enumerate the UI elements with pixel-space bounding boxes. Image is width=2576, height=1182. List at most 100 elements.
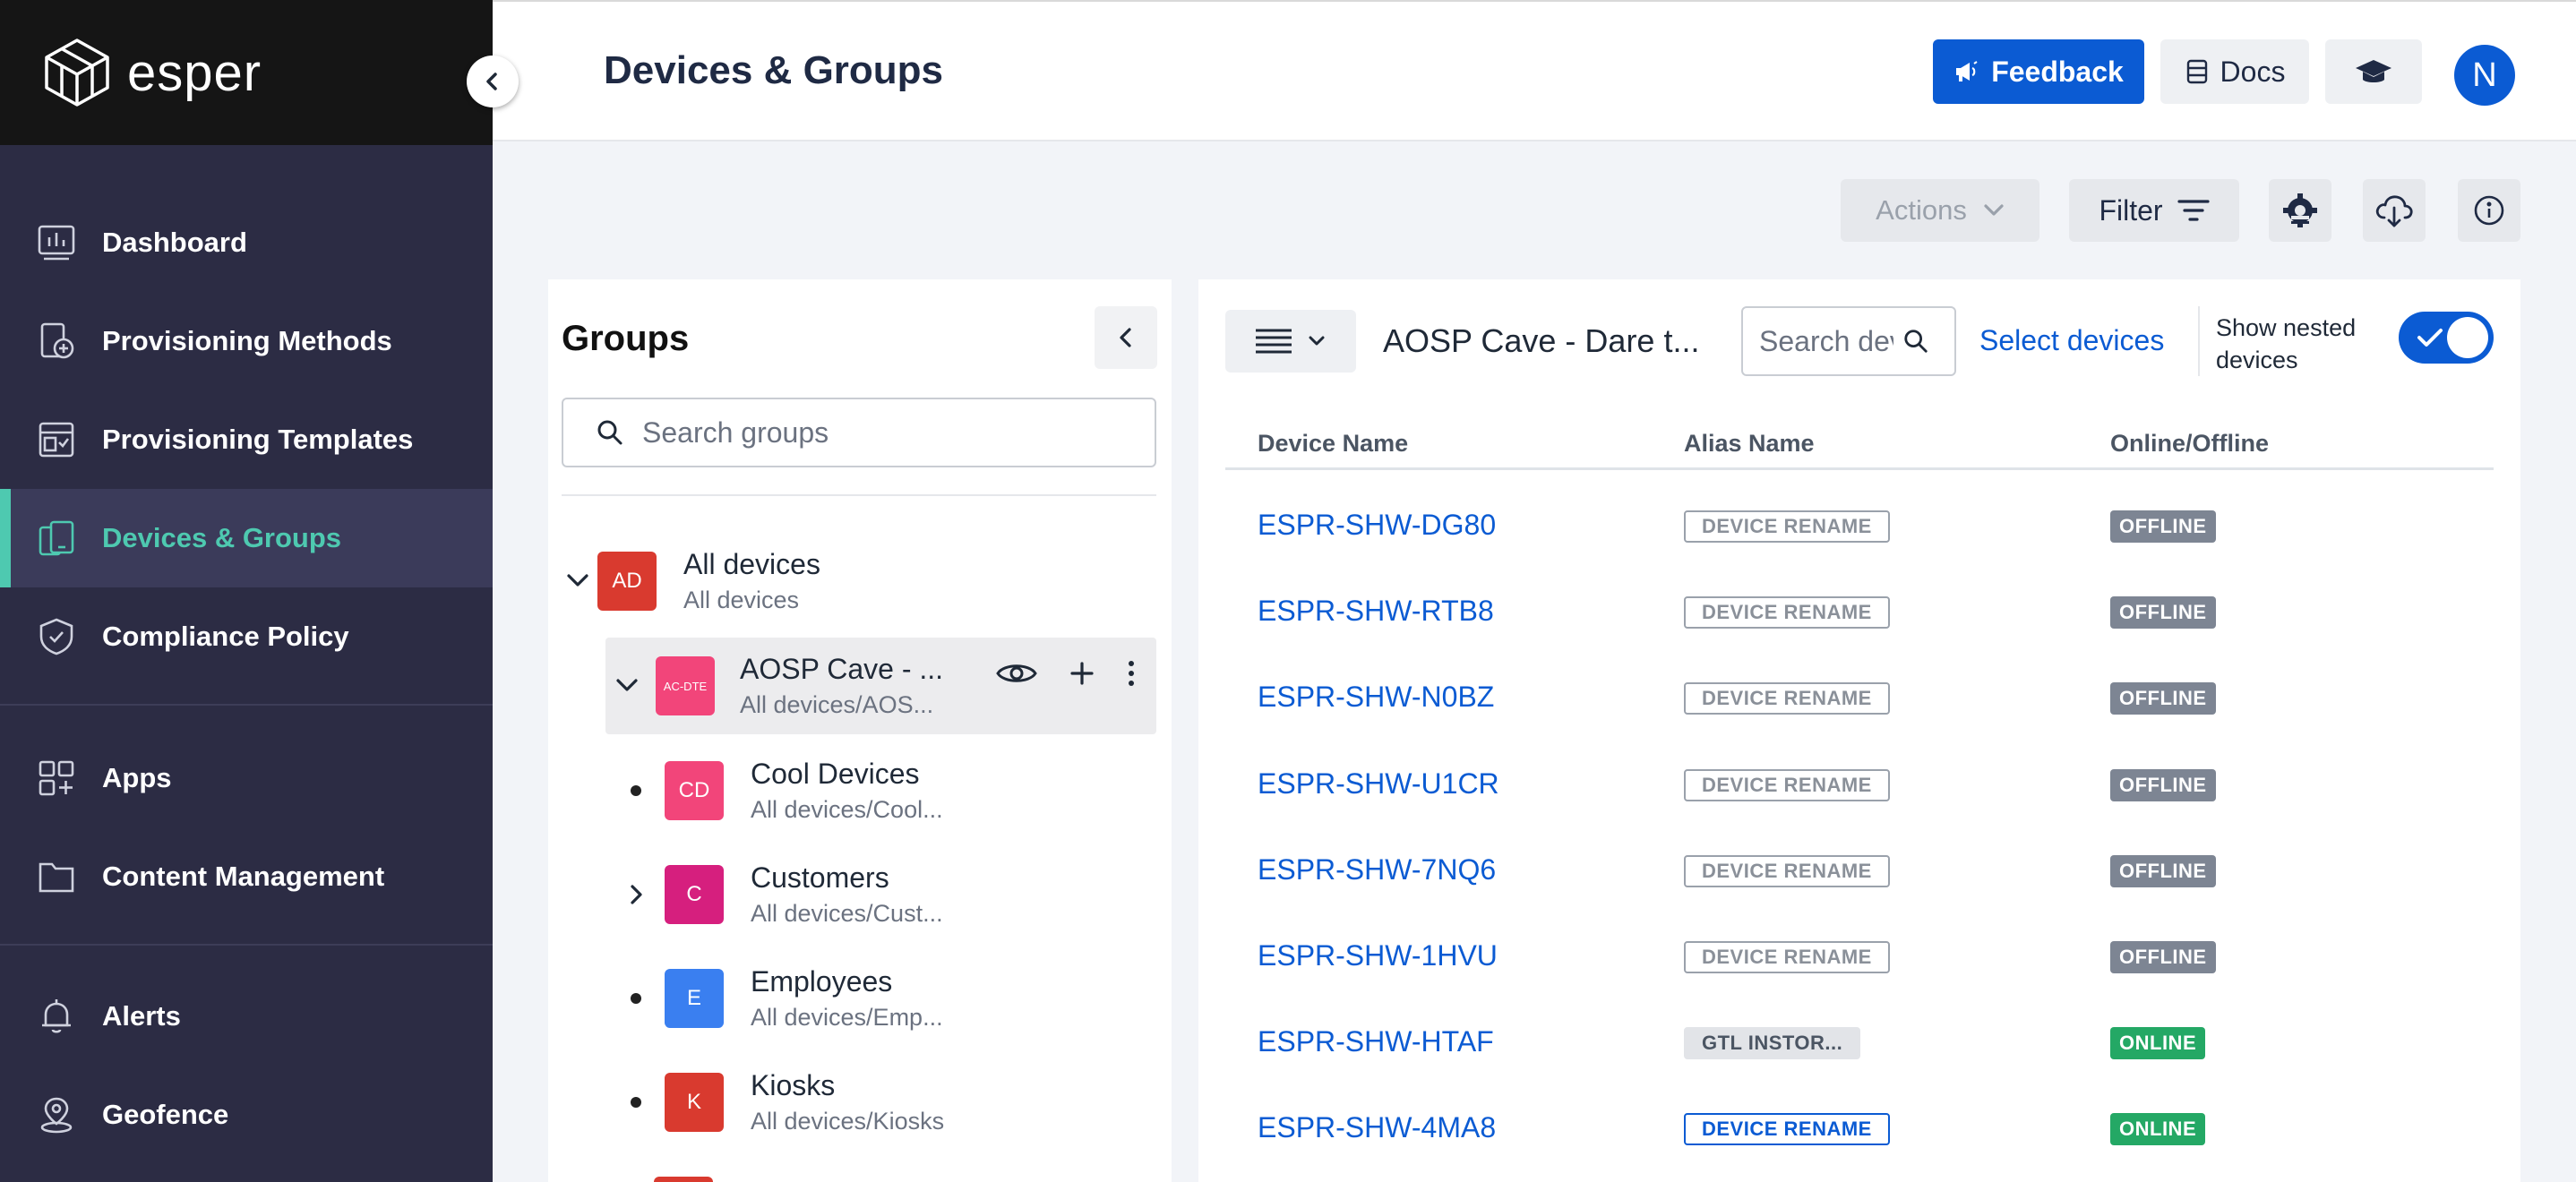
group-path: All devices/Emp... [751,1004,943,1031]
sidebar-item-apps[interactable]: Apps [0,729,493,827]
group-name: AOSP Cave - ... [740,653,944,685]
table-row[interactable]: ESPR-SHW-7NQ6 DEVICE RENAME OFFLINE [1198,828,2520,914]
group-badge: AD [597,552,657,611]
sidebar-item-label: Apps [102,762,172,793]
column-header-online-offline[interactable]: Online/Offline [2110,430,2269,458]
table-row[interactable]: ESPR-SHW-HTAF GTL INSTOR... ONLINE [1198,1000,2520,1086]
toggle-knob [2447,317,2488,358]
table-row[interactable]: ESPR-SHW-U1CR DEVICE RENAME OFFLINE [1198,742,2520,828]
status-badge: ONLINE [2110,1027,2206,1060]
table-row[interactable]: ESPR-SHW-N0BZ DEVICE RENAME OFFLINE [1198,655,2520,741]
group-name: Employees [751,965,893,998]
list-view-icon [1256,329,1292,354]
group-tree-item-customers[interactable]: C Customers All devices/Cust... [620,845,1157,944]
sidebar-item-provisioning-templates[interactable]: Provisioning Templates [0,390,493,489]
esper-logo[interactable]: esper [43,38,262,107]
group-path: All devices/Kiosks [751,1108,945,1135]
esper-logo-icon [45,39,109,107]
select-devices-link[interactable]: Select devices [1979,324,2164,357]
status-badge: OFFLINE [2110,941,2216,973]
alias-tag: DEVICE RENAME [1684,510,1890,543]
groups-collapse-button[interactable] [1095,306,1157,369]
sidebar-item-devices-groups[interactable]: Devices & Groups [0,489,493,587]
sidebar-item-label: Compliance Policy [102,621,349,652]
sidebar: esper Dashboard Provisioning Methods Pro… [0,0,519,1182]
sidebar-item-label: Alerts [102,1000,181,1032]
group-tree-item-cool-devices[interactable]: CD Cool Devices All devices/Cool... [620,741,1157,840]
show-nested-toggle[interactable] [2399,312,2494,364]
table-row[interactable]: ESPR-SHW-RTB8 DEVICE RENAME OFFLINE [1198,570,2520,655]
bullet-dot-icon [631,1097,641,1108]
chevron-down-icon[interactable] [562,565,594,597]
sidebar-item-label: Dashboard [102,227,247,258]
device-name-link[interactable]: ESPR-SHW-7NQ6 [1258,853,1496,886]
group-name: Cool Devices [751,758,920,790]
filter-button[interactable]: Filter [2069,179,2239,242]
device-name-link[interactable]: ESPR-SHW-N0BZ [1258,681,1494,714]
top-header: Devices & Groups Feedback Docs N [493,0,2576,141]
geofence-icon [36,1094,77,1135]
group-tree-item-all-devices[interactable]: AD All devices All devices [562,532,1156,630]
provisioning-templates-icon [36,419,77,460]
groups-search-input[interactable] [642,415,1108,450]
provisioning-methods-icon [36,321,77,362]
groups-panel: Groups AD All devices All devices AC-DTE… [548,279,1172,1182]
status-badge: OFFLINE [2110,682,2216,715]
sidebar-divider [0,944,493,946]
cloud-download-icon [2375,195,2413,227]
column-settings-button[interactable] [2269,179,2331,242]
device-name-link[interactable]: ESPR-SHW-U1CR [1258,767,1499,801]
sidebar-item-geofence[interactable]: Geofence [0,1066,493,1164]
column-header-device-name[interactable]: Device Name [1258,430,1408,458]
table-row[interactable]: ESPR-SHW-DG80 DEVICE RENAME OFFLINE [1198,484,2520,570]
view-mode-dropdown[interactable] [1225,310,1356,373]
column-header-alias-name[interactable]: Alias Name [1684,430,1815,458]
eye-icon[interactable] [995,659,1038,692]
group-text: Kiosks All devices/Kiosks [751,1069,944,1135]
group-tree-item-employees[interactable]: E Employees All devices/Emp... [620,949,1157,1048]
bullet-dot-icon [631,993,641,1004]
sidebar-item-content-management[interactable]: Content Management [0,827,493,926]
sidebar-item-alerts[interactable]: Alerts [0,967,493,1066]
download-button[interactable] [2363,179,2426,242]
device-name-link[interactable]: ESPR-SHW-RTB8 [1258,595,1494,628]
add-subgroup-icon[interactable] [1069,660,1095,691]
actions-label: Actions [1876,194,1967,226]
device-name-link[interactable]: ESPR-SHW-4MA8 [1258,1111,1496,1144]
group-text: Cool Devices All devices/Cool... [751,758,943,824]
device-name-link[interactable]: ESPR-SHW-DG80 [1258,509,1496,542]
feedback-button[interactable]: Feedback [1933,39,2144,104]
docs-button[interactable]: Docs [2160,39,2309,104]
group-badge: AC-DTE [656,656,715,715]
academy-button[interactable] [2325,39,2422,104]
settings-gear-icon [2283,193,2317,227]
search-icon [1904,330,1928,353]
sidebar-item-dashboard[interactable]: Dashboard [0,193,493,292]
group-badge: K [665,1073,724,1132]
group-path: All devices/Cust... [751,900,943,927]
more-vertical-icon[interactable] [1126,659,1137,692]
bullet-dot-icon [631,785,641,796]
sidebar-item-provisioning-methods[interactable]: Provisioning Methods [0,292,493,390]
table-row[interactable]: ESPR-SHW-1HVU DEVICE RENAME OFFLINE [1198,914,2520,1000]
device-search-input[interactable] [1759,324,1893,358]
user-avatar[interactable]: N [2454,45,2515,106]
table-row[interactable]: ESPR-SHW-4MA8 DEVICE RENAME ONLINE [1198,1086,2520,1172]
shield-icon [36,616,77,657]
chevron-down-icon[interactable] [611,670,643,702]
group-tree-item-aosp-cave[interactable]: AC-DTE AOSP Cave - ... All devices/AOS..… [605,638,1156,734]
chevron-right-icon[interactable] [620,878,652,911]
info-button[interactable] [2458,179,2520,242]
device-name-link[interactable]: ESPR-SHW-1HVU [1258,939,1498,972]
device-name-link[interactable]: ESPR-SHW-HTAF [1258,1025,1494,1058]
group-text: Customers All devices/Cust... [751,861,943,928]
group-tree-item-kiosks[interactable]: K Kiosks All devices/Kiosks [620,1053,1157,1152]
filter-icon [2177,200,2210,221]
actions-dropdown[interactable]: Actions [1841,179,2039,242]
vertical-separator [2198,306,2200,376]
sidebar-item-compliance-policy[interactable]: Compliance Policy [0,587,493,686]
sidebar-collapse-button[interactable] [467,56,519,107]
sidebar-divider [0,704,493,706]
devices-panel: AOSP Cave - Dare t... Select devices Sho… [1198,279,2520,1182]
group-path: All devices/Cool... [751,796,943,823]
